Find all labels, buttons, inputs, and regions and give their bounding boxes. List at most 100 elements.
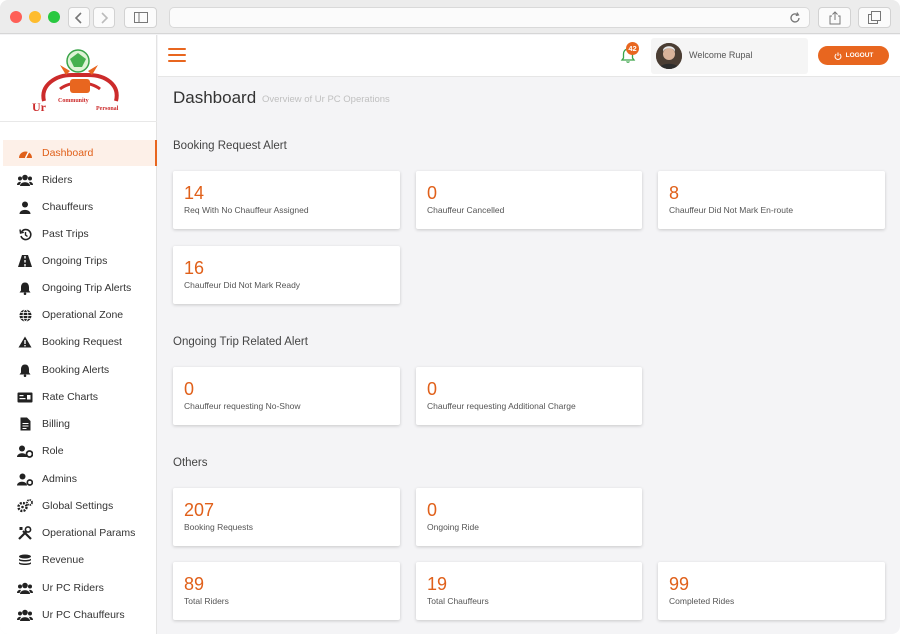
sidebar-toggle-button[interactable]	[124, 7, 157, 28]
notification-count-badge: 42	[626, 42, 639, 55]
sidebar-item-label: Billing	[42, 418, 71, 430]
sidebar-item-revenue[interactable]: Revenue	[3, 547, 157, 573]
sidebar-item-booking-request[interactable]: Booking Request	[3, 329, 157, 355]
users-icon	[17, 607, 33, 623]
stat-card-ongoing-ride[interactable]: 0 Ongoing Ride	[416, 488, 642, 546]
stat-value: 89	[184, 574, 205, 594]
section-title-ongoing: Ongoing Trip Related Alert	[173, 336, 308, 348]
stat-card-chauffeur-did-not-mark-en-route[interactable]: 8 Chauffeur Did Not Mark En-route	[658, 171, 885, 229]
sidebar-item-ongoing-trips[interactable]: Ongoing Trips	[3, 248, 157, 274]
sidebar-item-label: Admins	[42, 473, 78, 485]
sidebar-item-rate-charts[interactable]: Rate Charts	[3, 384, 157, 410]
sidebar-item-label: Booking Request	[42, 336, 122, 348]
sidebar: Ur Community Personal Dashboard Riders Cha…	[0, 35, 157, 634]
users-icon	[17, 580, 33, 596]
stat-label: Total Riders	[184, 596, 229, 606]
stat-card-booking-requests[interactable]: 207 Booking Requests	[173, 488, 400, 546]
sidebar-item-label: Dashboard	[42, 147, 94, 159]
stat-card-chauffeur-requesting-additional-charge[interactable]: 0 Chauffeur requesting Additional Charge	[416, 367, 642, 425]
stat-label: Chauffeur requesting No-Show	[184, 401, 301, 411]
sidebar-item-admins[interactable]: Admins	[3, 466, 157, 492]
users-cog-icon	[17, 443, 33, 459]
dashboard-icon	[17, 145, 33, 161]
browser-toolbar	[0, 0, 900, 34]
tabs-button[interactable]	[858, 7, 891, 28]
menu-toggle-button[interactable]	[168, 48, 186, 62]
maximize-window-button[interactable]	[48, 11, 60, 23]
tools-icon	[17, 525, 33, 541]
minimize-window-button[interactable]	[29, 11, 41, 23]
stat-value: 8	[669, 183, 680, 203]
logo-text-personal: Personal	[96, 106, 119, 112]
stat-label: Total Chauffeurs	[427, 596, 489, 606]
logout-label: LOGOUT	[845, 52, 874, 59]
page-title: Dashboard	[173, 88, 257, 107]
stat-value: 99	[669, 574, 690, 594]
stat-card-chauffeur-requesting-no-show[interactable]: 0 Chauffeur requesting No-Show	[173, 367, 400, 425]
share-button[interactable]	[818, 7, 851, 28]
sidebar-item-label: Revenue	[42, 554, 85, 566]
top-header: 42 Welcome Rupal LOGOUT	[158, 35, 900, 77]
bell-icon	[17, 362, 33, 378]
brand-logo[interactable]: Ur Community Personal	[30, 45, 130, 123]
share-icon	[829, 11, 840, 25]
sidebar-item-booking-alerts[interactable]: Booking Alerts	[3, 357, 157, 383]
logout-button[interactable]: LOGOUT	[818, 46, 889, 65]
sidebar-item-label: Ur PC Riders	[42, 582, 104, 594]
forward-button[interactable]	[93, 7, 115, 28]
section-title-booking: Booking Request Alert	[173, 140, 287, 152]
close-window-button[interactable]	[10, 11, 22, 23]
sidebar-item-operational-params[interactable]: Operational Params	[3, 520, 157, 546]
sidebar-item-ur-pc-chauffeurs[interactable]: Ur PC Chauffeurs	[3, 602, 157, 628]
stat-value: 0	[184, 379, 195, 399]
stat-label: Chauffeur requesting Additional Charge	[427, 401, 576, 411]
stat-value: 0	[427, 500, 438, 520]
stat-card-total-riders[interactable]: 89 Total Riders	[173, 562, 400, 620]
sidebar-item-chauffeurs[interactable]: Chauffeurs	[3, 194, 157, 220]
avatar	[656, 43, 682, 69]
stat-card-completed-rides[interactable]: 99 Completed Rides	[658, 562, 885, 620]
sidebar-item-label: Operational Params	[42, 527, 136, 539]
sidebar-icon	[133, 12, 148, 23]
sidebar-item-ongoing-trip-alerts[interactable]: Ongoing Trip Alerts	[3, 275, 157, 301]
stat-label: Chauffeur Cancelled	[427, 205, 505, 215]
stat-card-chauffeur-cancelled[interactable]: 0 Chauffeur Cancelled	[416, 171, 642, 229]
sidebar-item-dashboard[interactable]: Dashboard	[3, 140, 157, 166]
section-title-others: Others	[173, 457, 208, 469]
warning-icon	[17, 334, 33, 350]
sidebar-item-billing[interactable]: Billing	[3, 411, 157, 437]
sidebar-item-ur-pc-riders[interactable]: Ur PC Riders	[3, 575, 157, 601]
sidebar-item-label: Global Settings	[42, 500, 114, 512]
stat-card-chauffeur-did-not-mark-ready[interactable]: 16 Chauffeur Did Not Mark Ready	[173, 246, 400, 304]
history-icon	[17, 226, 33, 242]
sidebar-item-label: Ongoing Trips	[42, 255, 108, 267]
reload-icon[interactable]	[789, 12, 801, 24]
sidebar-item-past-trips[interactable]: Past Trips	[3, 221, 157, 247]
sidebar-item-global-settings[interactable]: Global Settings	[3, 493, 157, 519]
logo-text-ur: Ur	[32, 100, 46, 114]
globe-icon	[17, 307, 33, 323]
stat-value: 16	[184, 258, 205, 278]
stat-label: Completed Rides	[669, 596, 735, 606]
sidebar-item-operational-zone[interactable]: Operational Zone	[3, 302, 157, 328]
stat-value: 19	[427, 574, 448, 594]
user-cog-icon	[17, 471, 33, 487]
sidebar-item-label: Ur PC Chauffeurs	[42, 609, 125, 621]
chevron-right-icon	[101, 12, 109, 24]
stat-label: Chauffeur Did Not Mark Ready	[184, 280, 301, 290]
sidebar-item-role[interactable]: Role	[3, 438, 157, 464]
stat-label: Req With No Chauffeur Assigned	[184, 205, 309, 215]
bell-icon	[17, 280, 33, 296]
stat-card-req-with-no-chauffeur-assigned[interactable]: 14 Req With No Chauffeur Assigned	[173, 171, 400, 229]
sidebar-item-riders[interactable]: Riders	[3, 167, 157, 193]
user-profile[interactable]: Welcome Rupal	[651, 38, 808, 74]
sidebar-item-label: Past Trips	[42, 228, 89, 240]
sidebar-item-label: Chauffeurs	[42, 201, 94, 213]
stat-value: 207	[184, 500, 215, 520]
page-subtitle: Overview of Ur PC Operations	[262, 94, 390, 105]
stat-label: Ongoing Ride	[427, 522, 479, 532]
address-bar[interactable]	[169, 7, 810, 28]
user-icon	[17, 199, 33, 215]
back-button[interactable]	[68, 7, 90, 28]
stat-card-total-chauffeurs[interactable]: 19 Total Chauffeurs	[416, 562, 642, 620]
